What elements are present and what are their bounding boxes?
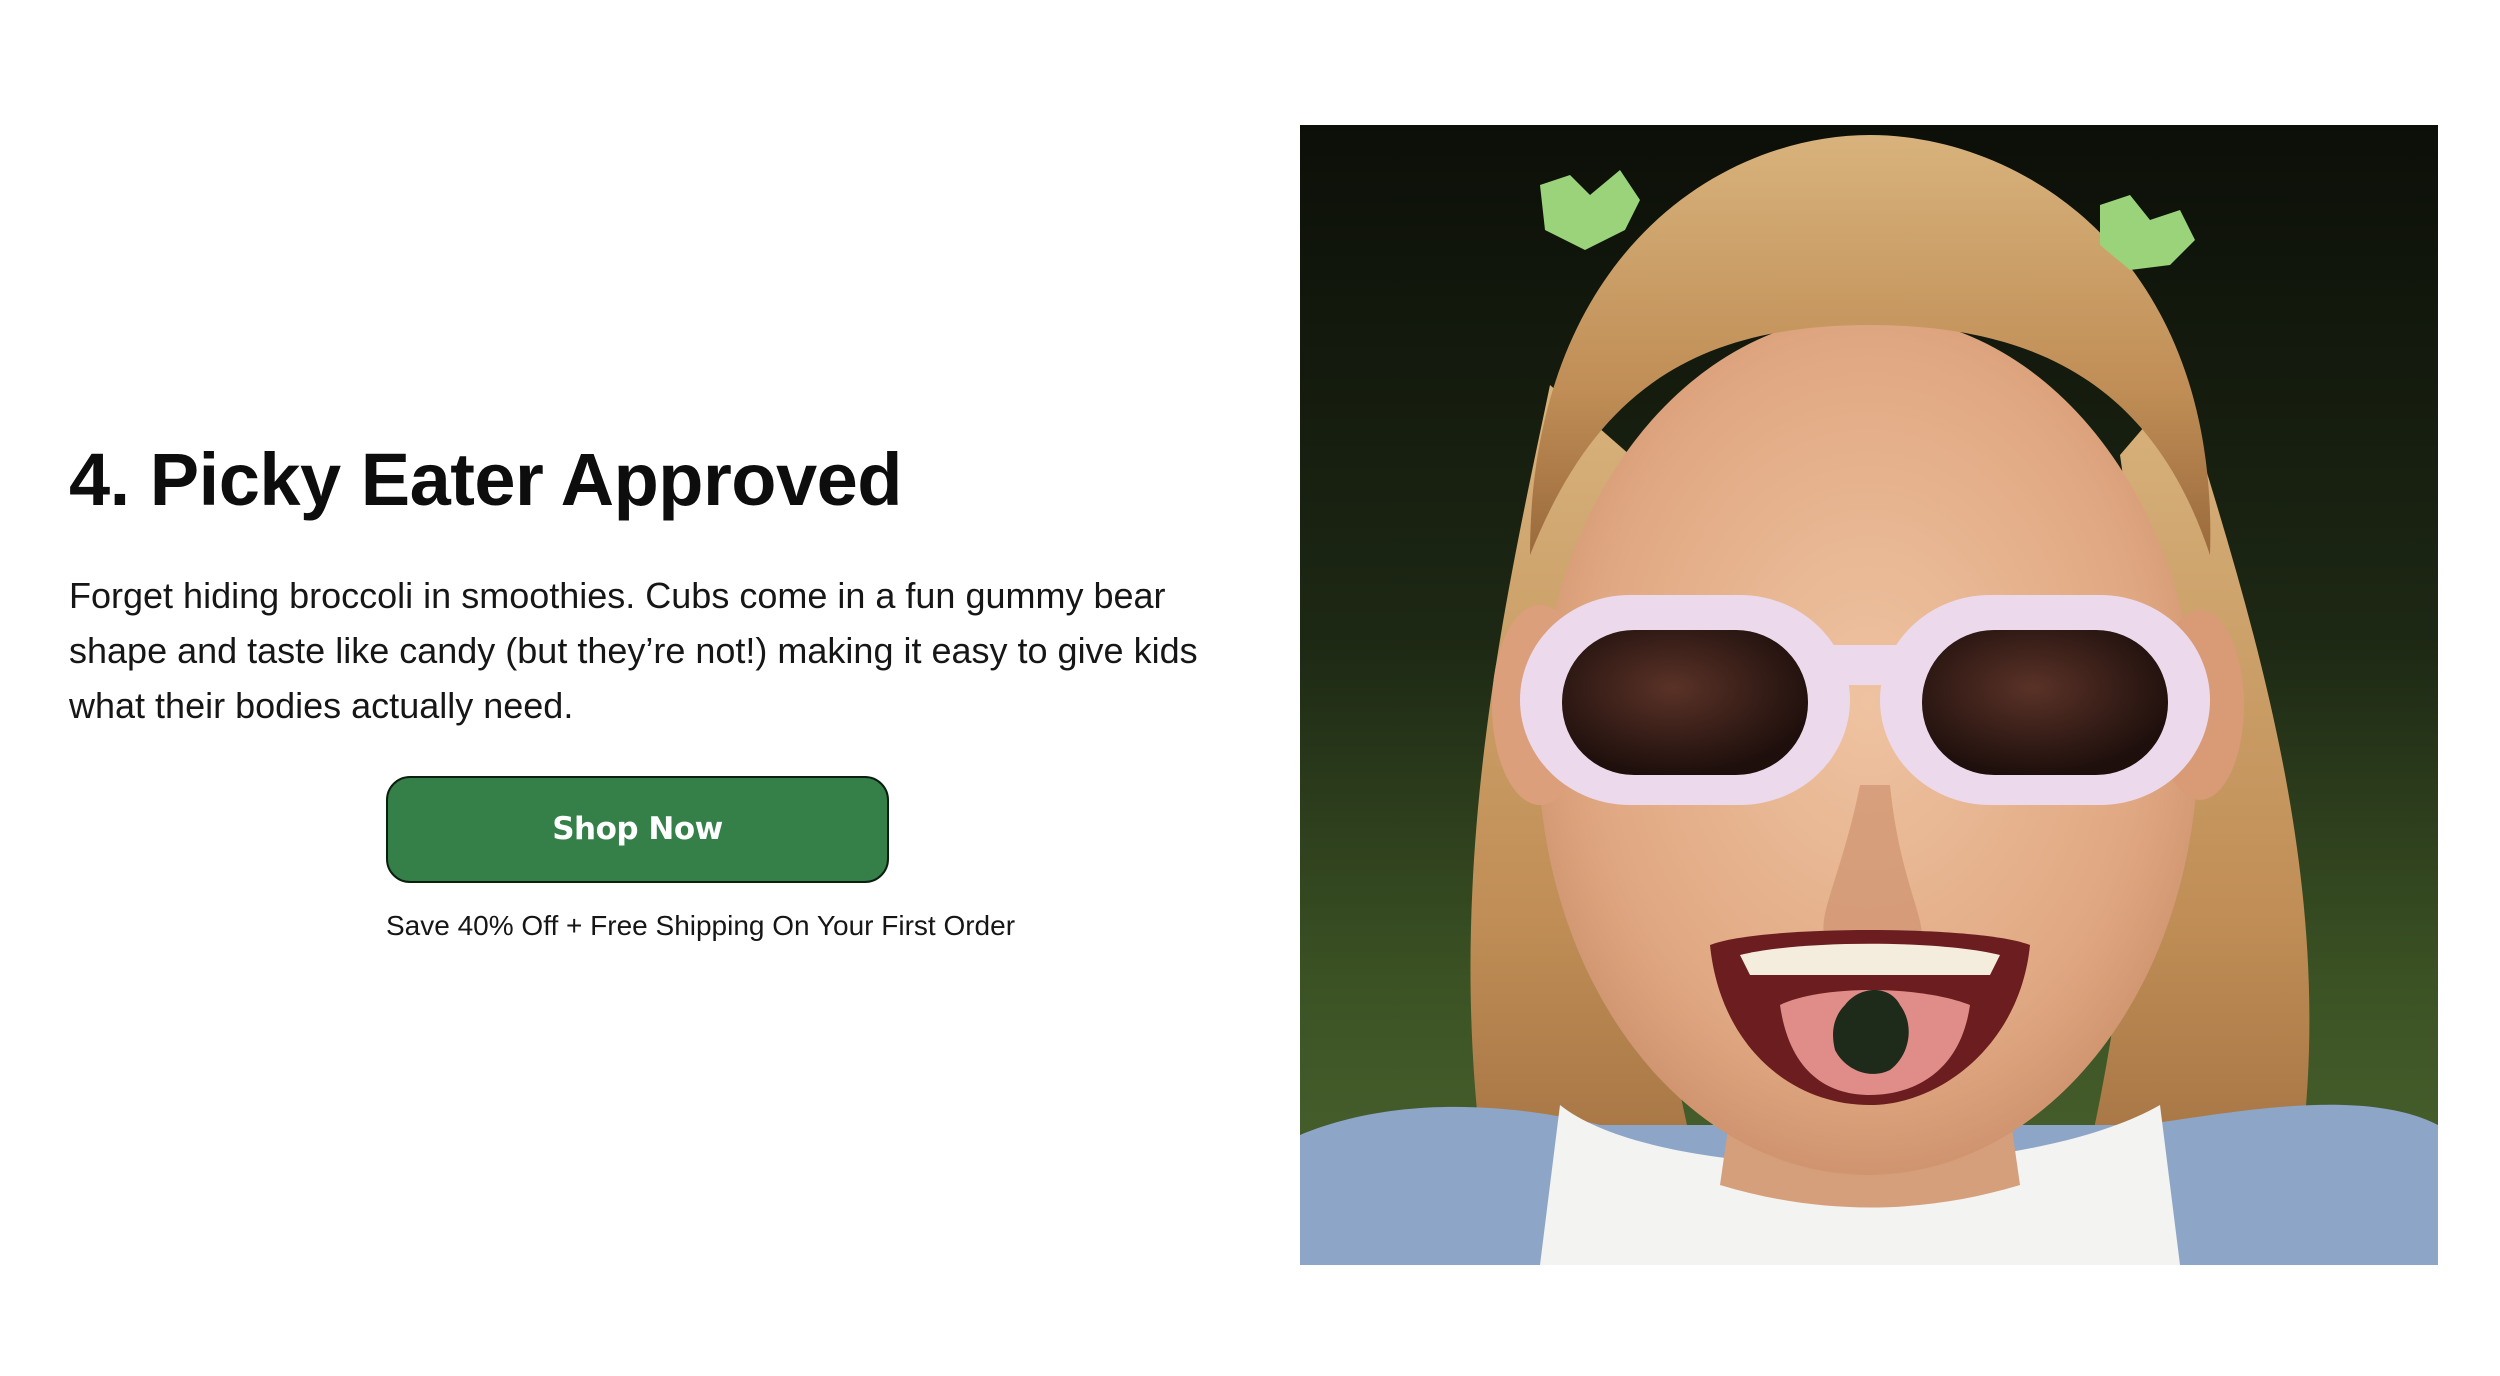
girl-photo-illustration: [1300, 125, 2438, 1265]
section-heading: 4. Picky Eater Approved: [69, 438, 903, 521]
feature-copy: 4. Picky Eater Approved Forget hiding br…: [69, 432, 1209, 733]
cta-block: Shop Now Save 40% Off + Free Shipping On…: [386, 776, 1015, 941]
section-body-text: Forget hiding broccoli in smoothies. Cub…: [69, 575, 1198, 726]
product-lifestyle-photo: [1300, 125, 2438, 1265]
shop-now-button[interactable]: Shop Now: [386, 776, 889, 883]
offer-text: Save 40% Off + Free Shipping On Your Fir…: [386, 910, 1016, 941]
